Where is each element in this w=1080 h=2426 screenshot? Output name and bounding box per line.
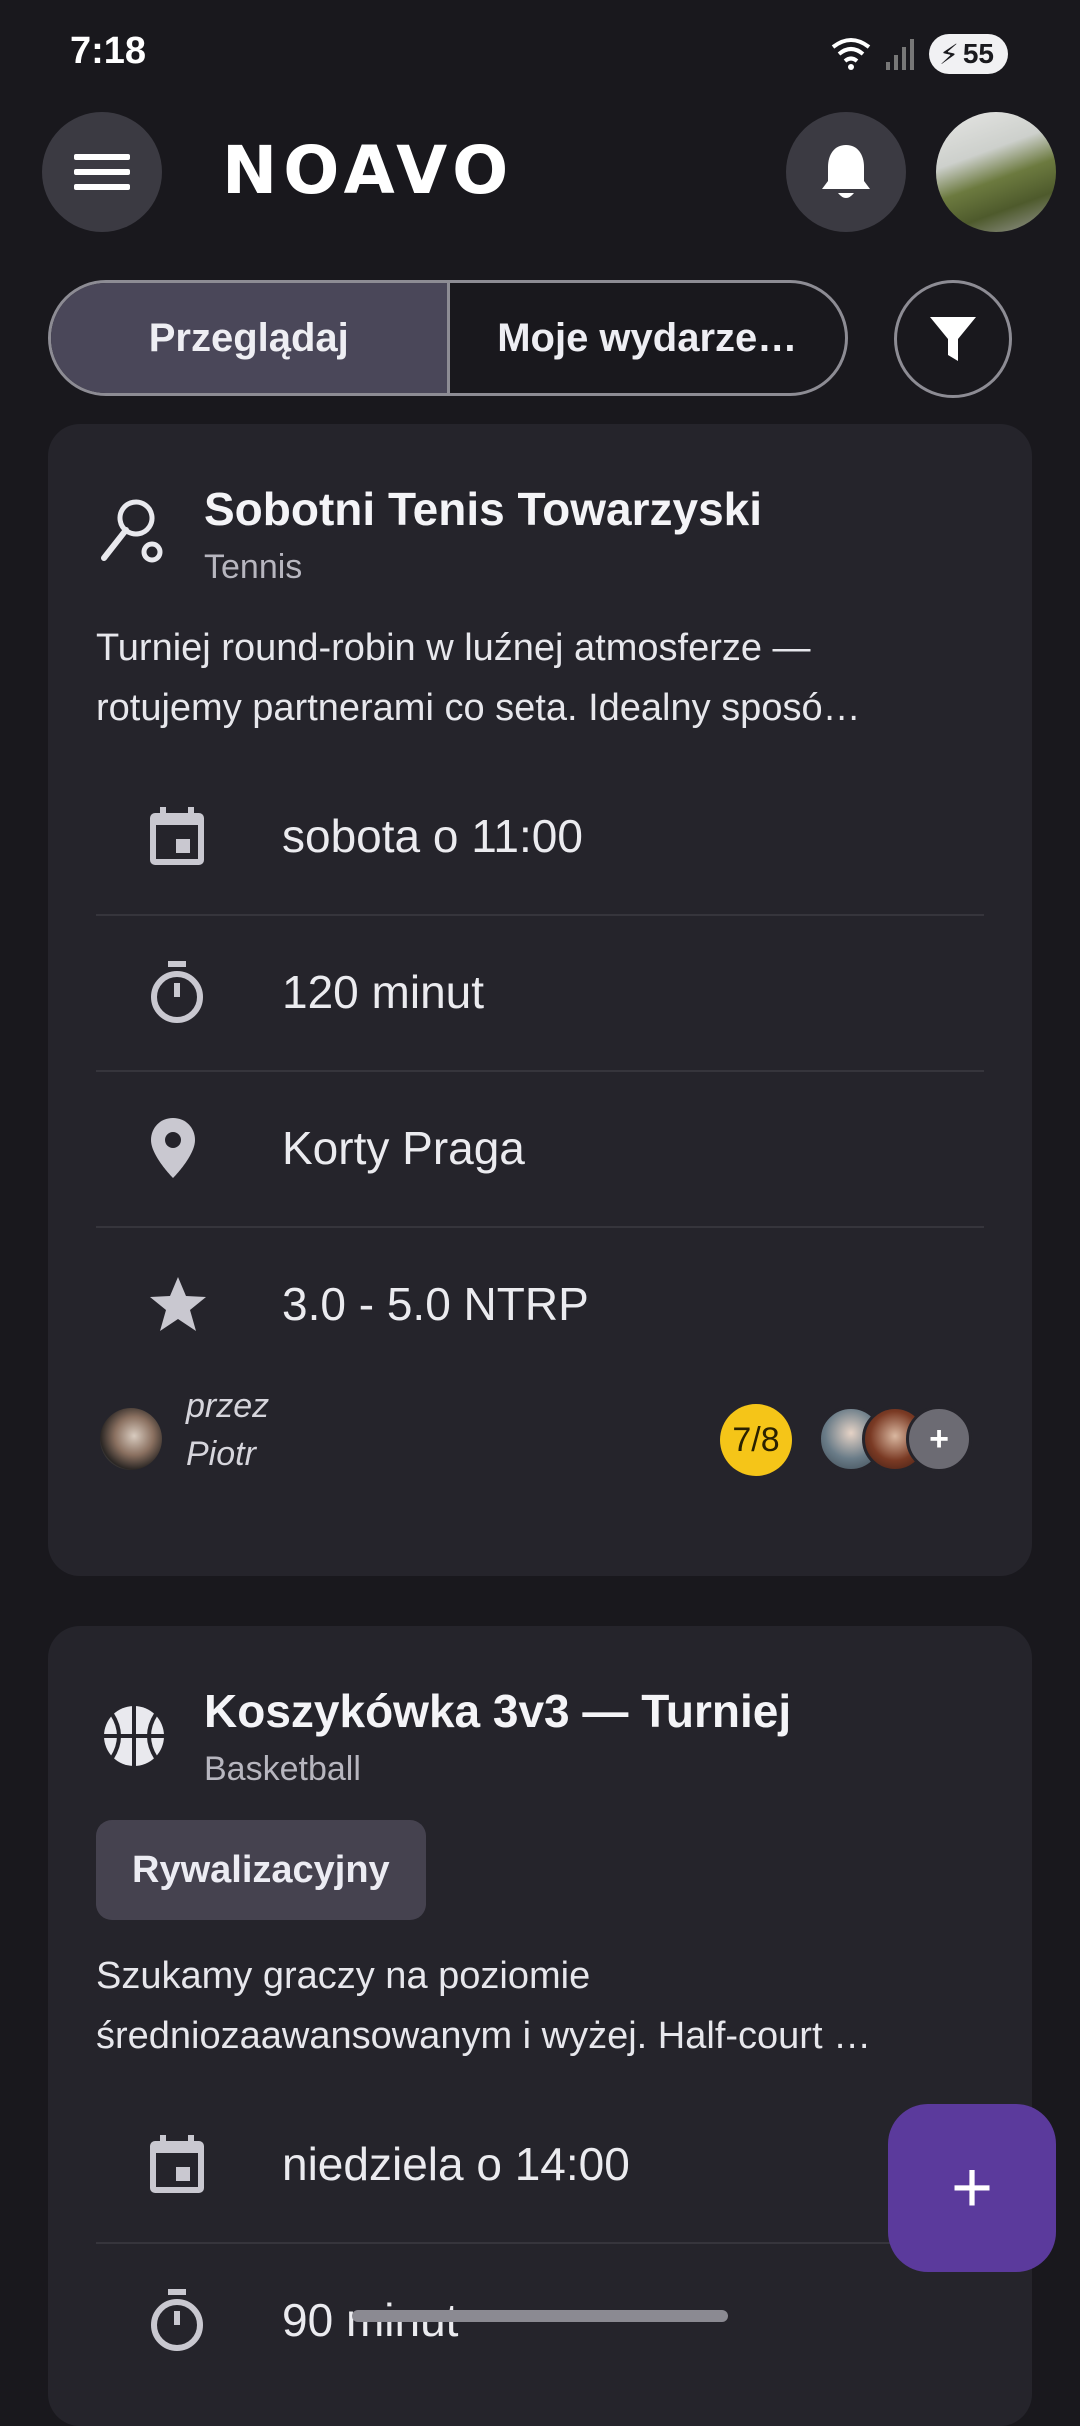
calendar-icon: [150, 807, 204, 865]
profile-avatar[interactable]: [936, 112, 1056, 232]
event-card[interactable]: Koszykówka 3v3 — Turniej Basketball Rywa…: [48, 1626, 1032, 2426]
event-duration: 120 minut: [282, 966, 485, 1018]
detail-row-location: Korty Praga: [96, 1070, 984, 1228]
battery-indicator: ⚡ 55: [929, 34, 1008, 74]
participant-avatars[interactable]: +: [818, 1406, 988, 1472]
event-card[interactable]: Sobotni Tenis Towarzyski Tennis Turniej …: [48, 424, 1032, 1576]
participants-count-badge: 7/8: [720, 1404, 792, 1476]
menu-button[interactable]: [42, 112, 162, 232]
timer-icon: [151, 961, 203, 1023]
menu-icon: [74, 154, 130, 190]
status-icons: ⚡ 55: [831, 34, 1008, 74]
event-sport: Basketball: [204, 1750, 361, 1788]
detail-row-duration: 120 minut: [96, 914, 984, 1072]
event-date: sobota o 11:00: [282, 810, 583, 862]
event-location: Korty Praga: [282, 1122, 525, 1174]
tab-my-events[interactable]: Moje wydarze…: [446, 283, 846, 393]
star-icon: [150, 1277, 206, 1331]
calendar-icon: [150, 2135, 204, 2193]
organizer-info: przez Piotr: [186, 1382, 269, 1478]
plus-icon: +: [950, 2148, 994, 2228]
tennis-racket-icon: [101, 499, 163, 563]
event-tag: Rywalizacyjny: [96, 1820, 426, 1920]
view-tabs: Przeglądaj Moje wydarze…: [48, 280, 848, 396]
battery-level: 55: [962, 38, 994, 69]
create-event-button[interactable]: +: [888, 2104, 1056, 2272]
detail-row-date: niedziela o 14:00: [96, 2086, 984, 2244]
basketball-icon: [104, 1706, 164, 1766]
location-icon: [151, 1118, 195, 1178]
wifi-icon: [831, 38, 871, 70]
status-time: 7:18: [70, 30, 147, 72]
home-indicator[interactable]: [352, 2310, 728, 2322]
description-line: średniozaawansowanym i wyżej. Half-court…: [96, 2015, 872, 2057]
event-date: niedziela o 14:00: [282, 2138, 630, 2190]
filter-icon: [930, 317, 976, 361]
timer-icon: [151, 2289, 203, 2351]
event-title: Koszykówka 3v3 — Turniej: [204, 1685, 792, 1737]
organizer-prefix: przez: [186, 1387, 270, 1425]
event-sport: Tennis: [204, 548, 303, 586]
description-line: rotujemy partnerami co seta. Idealny spo…: [96, 687, 861, 729]
detail-row-date: sobota o 11:00: [96, 758, 984, 916]
event-description: Szukamy graczy na poziomie średniozaawan…: [96, 1946, 996, 2066]
tab-browse[interactable]: Przeglądaj: [51, 283, 447, 393]
signal-icon: [886, 39, 915, 70]
detail-row-level: 3.0 - 5.0 NTRP: [96, 1226, 984, 1382]
filter-button[interactable]: [894, 280, 1012, 398]
more-participants-button: +: [906, 1406, 972, 1472]
organizer-name[interactable]: Piotr: [186, 1430, 269, 1478]
notifications-button[interactable]: [786, 112, 906, 232]
charging-icon: ⚡: [939, 38, 959, 70]
logo-text: NOAVO: [222, 132, 515, 209]
event-description: Turniej round-robin w luźnej atmosferze …: [96, 618, 996, 738]
app-logo: NOAVO: [222, 132, 514, 209]
bell-icon: [822, 145, 870, 198]
event-level: 3.0 - 5.0 NTRP: [282, 1278, 589, 1330]
description-line: Turniej round-robin w luźnej atmosferze …: [96, 627, 811, 669]
description-line: Szukamy graczy na poziomie: [96, 1955, 591, 1997]
event-title: Sobotni Tenis Towarzyski: [204, 483, 763, 535]
organizer-avatar[interactable]: [100, 1408, 162, 1470]
